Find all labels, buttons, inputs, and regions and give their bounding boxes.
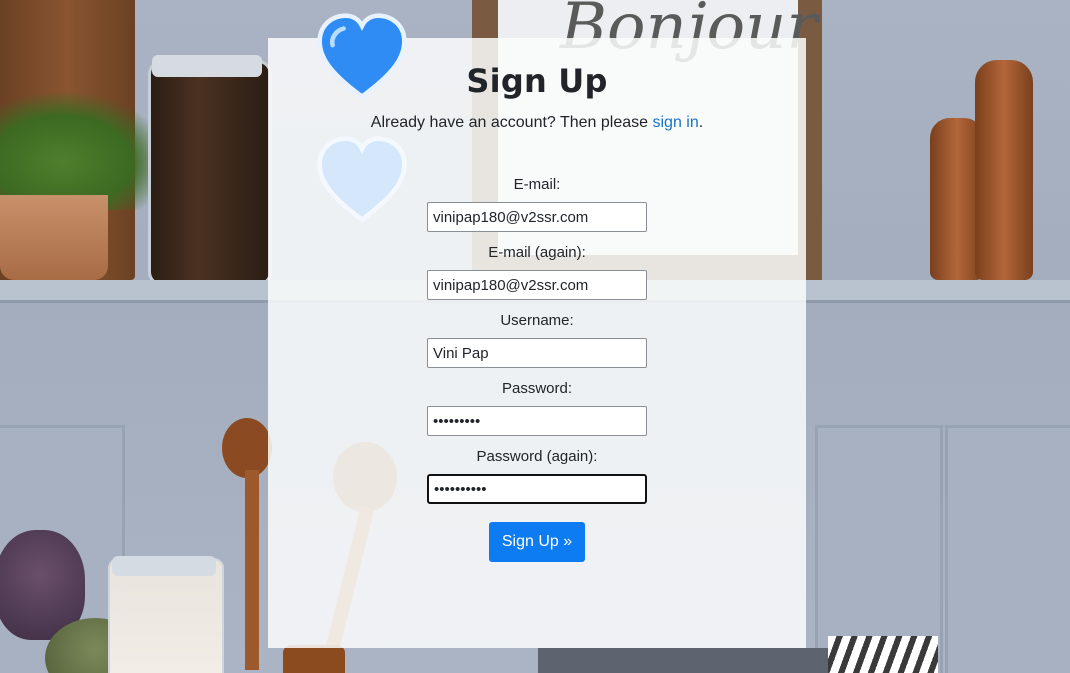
email-input[interactable]	[427, 202, 647, 232]
cabinet-panel-far-right	[945, 425, 1070, 673]
password-again-input[interactable]	[427, 474, 647, 504]
signin-prompt-text: Already have an account? Then please	[370, 114, 653, 131]
blue-heart-sticker-icon	[316, 12, 408, 104]
striped-cloth	[828, 636, 938, 673]
plant-pot	[0, 195, 108, 280]
username-field-group: Username:	[268, 312, 806, 368]
utensil-crock	[283, 645, 345, 673]
password-again-label: Password (again):	[476, 448, 598, 465]
signin-link[interactable]: sign in	[652, 114, 698, 131]
coffee-jar	[148, 60, 272, 286]
chair	[538, 648, 828, 673]
coffee-jar-lid	[152, 55, 262, 77]
email-again-input[interactable]	[427, 270, 647, 300]
email-again-label: E-mail (again):	[488, 244, 586, 261]
username-input[interactable]	[427, 338, 647, 368]
light-blue-heart-sticker-icon	[316, 135, 408, 227]
signup-form: E-mail: E-mail (again): Username: Passwo…	[268, 176, 806, 562]
password-input[interactable]	[427, 406, 647, 436]
signup-card: Sign Up Already have an account? Then pl…	[268, 38, 806, 648]
wooden-spoon-handle	[245, 470, 259, 670]
pepper-mill-large	[975, 60, 1033, 280]
signin-prompt: Already have an account? Then please sig…	[268, 114, 806, 132]
wooden-spoon-head	[222, 418, 272, 478]
flour-jar-lid	[112, 556, 216, 576]
signin-prompt-end: .	[698, 114, 704, 131]
username-label: Username:	[500, 312, 574, 329]
email-again-field-group: E-mail (again):	[268, 244, 806, 300]
password-again-field-group: Password (again):	[268, 448, 806, 504]
herb-plant	[0, 90, 170, 210]
password-label: Password:	[501, 380, 573, 397]
signup-submit-button[interactable]: Sign Up »	[488, 522, 586, 562]
password-field-group: Password:	[268, 380, 806, 436]
